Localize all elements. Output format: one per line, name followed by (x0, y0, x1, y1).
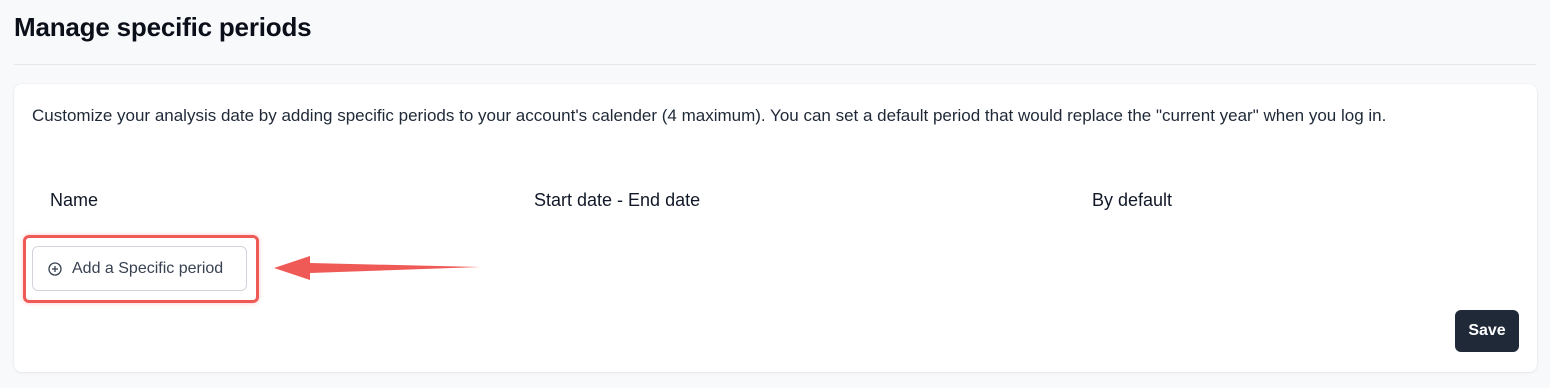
page: Manage specific periods Customize your a… (0, 0, 1550, 388)
specific-periods-card: Customize your analysis date by adding s… (14, 84, 1537, 372)
description-text: Customize your analysis date by adding s… (32, 106, 1387, 125)
column-header-name: Name (50, 190, 99, 210)
plus-circle-icon (48, 261, 62, 276)
title-divider (14, 64, 1536, 65)
arrow-left-icon (274, 256, 480, 280)
add-specific-period-button[interactable]: Add a Specific period (32, 246, 247, 291)
column-header-dates: Start date - End date (534, 190, 701, 210)
page-title: Manage specific periods (14, 12, 312, 42)
add-button-label: Add a Specific period (72, 259, 224, 277)
column-header-default: By default (1092, 190, 1173, 210)
save-button[interactable]: Save (1455, 310, 1519, 352)
